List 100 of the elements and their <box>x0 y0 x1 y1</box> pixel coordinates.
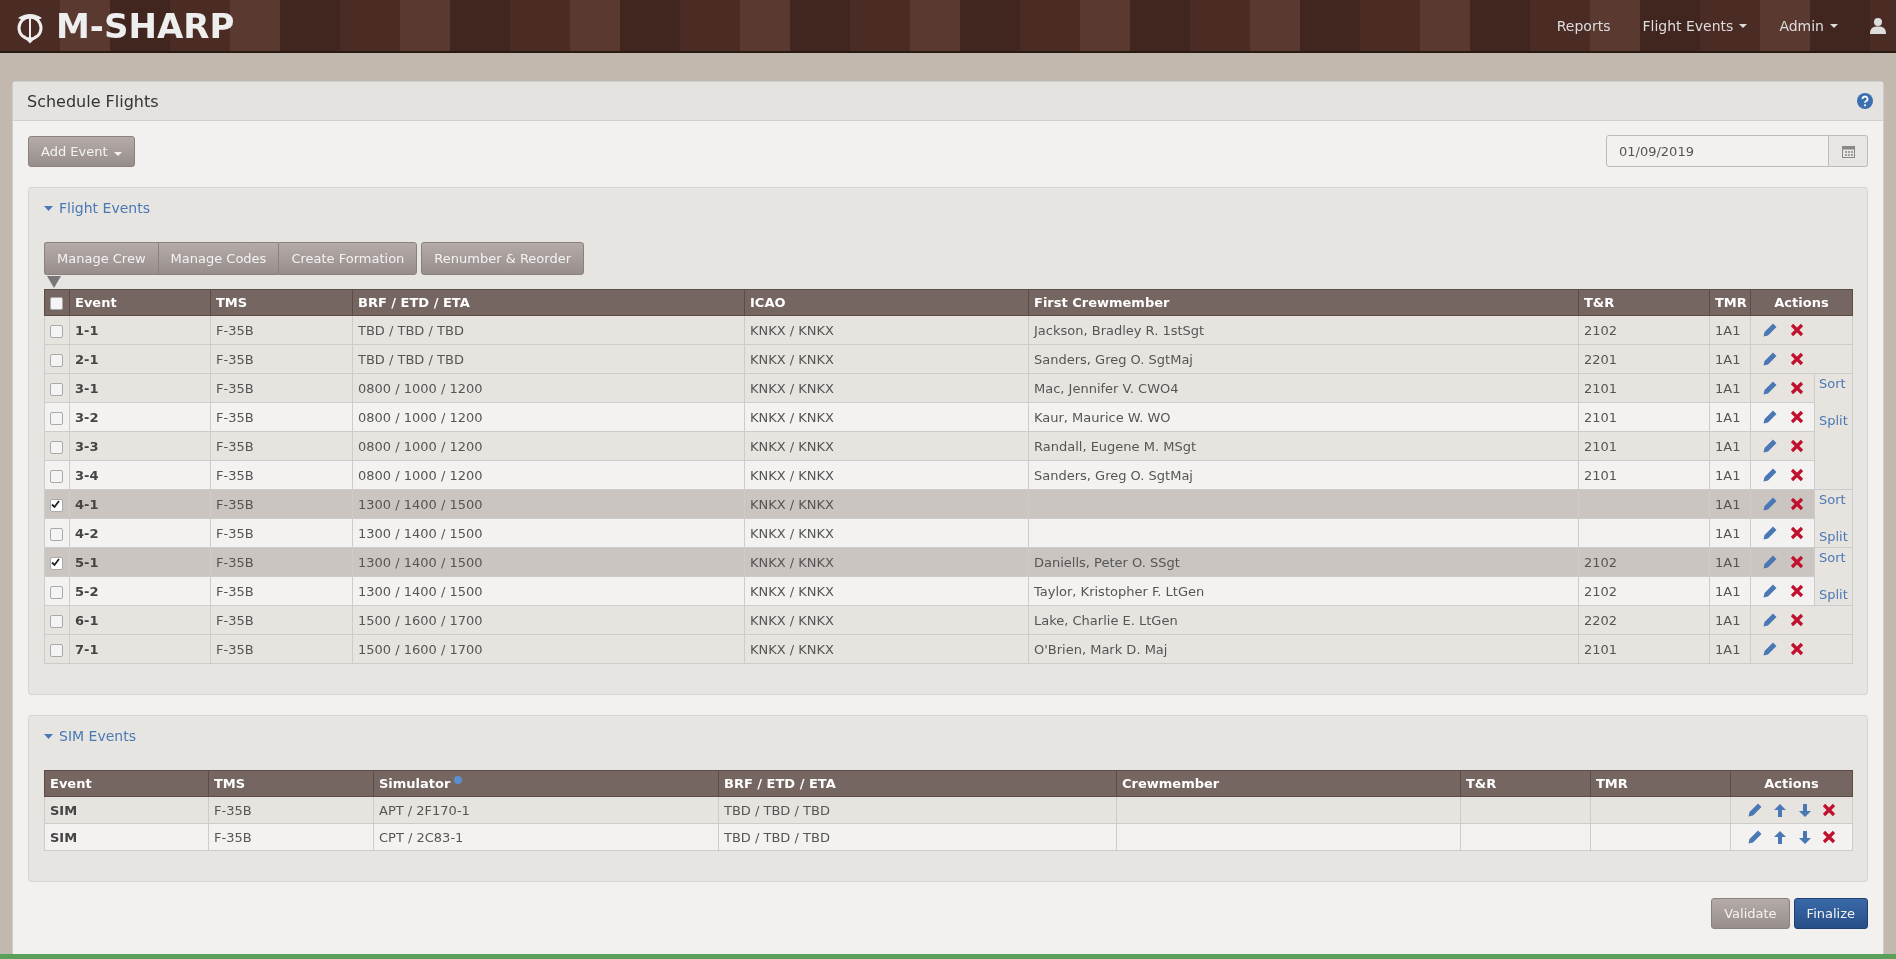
table-cell: 1A1 <box>1715 496 1741 512</box>
row-checkbox[interactable] <box>50 498 63 512</box>
table-cell: KNKX / KNKX <box>750 380 834 396</box>
pencil-icon[interactable] <box>1762 525 1778 542</box>
table-cell: 1A1 <box>1715 380 1741 396</box>
row-checkbox[interactable] <box>50 614 63 628</box>
nav-link[interactable]: Reports <box>1556 17 1611 34</box>
pencil-icon[interactable] <box>1762 554 1778 571</box>
arrow-down-icon[interactable] <box>1797 802 1812 818</box>
row-checkbox[interactable] <box>50 353 63 367</box>
event-cell: 6-1 <box>75 612 99 628</box>
delete-icon[interactable] <box>1821 803 1836 818</box>
nav-link[interactable]: Admin <box>1779 17 1838 34</box>
caret-down-icon[interactable] <box>44 731 53 741</box>
row-checkbox[interactable] <box>50 382 63 396</box>
add-event-button[interactable]: Add Event <box>28 135 135 167</box>
split-link[interactable]: Split <box>1819 529 1848 544</box>
sort-link[interactable]: Sort <box>1819 550 1848 565</box>
table-cell: 1A1 <box>1715 612 1741 628</box>
pencil-icon[interactable] <box>1762 380 1778 397</box>
pencil-icon[interactable] <box>1747 829 1764 846</box>
delete-icon[interactable] <box>1821 830 1836 845</box>
table-cell: F-35B <box>216 583 254 599</box>
table-cell: Randall, Eugene M. MSgt <box>1034 438 1197 454</box>
table-cell: 2101 <box>1584 467 1618 483</box>
toolbar-button[interactable]: Manage Codes <box>157 242 279 275</box>
pencil-icon[interactable] <box>1762 496 1778 513</box>
pencil-icon[interactable] <box>1762 351 1778 368</box>
pencil-icon[interactable] <box>1762 409 1778 426</box>
row-checkbox[interactable] <box>50 556 63 570</box>
column-header: TMS <box>214 776 246 791</box>
table-cell: 1300 / 1400 / 1500 <box>358 554 483 570</box>
user-icon[interactable] <box>1870 17 1886 34</box>
toolbar-button[interactable]: Manage Crew <box>44 242 158 275</box>
delete-icon[interactable] <box>1790 584 1804 599</box>
help-icon[interactable] <box>1857 93 1873 109</box>
renumber-button[interactable]: Renumber & Reorder <box>421 242 585 275</box>
table-cell: CPT / 2C83-1 <box>379 829 464 845</box>
delete-icon[interactable] <box>1790 555 1804 570</box>
event-cell: 3-4 <box>75 467 99 483</box>
delete-icon[interactable] <box>1790 323 1804 338</box>
delete-icon[interactable] <box>1790 613 1804 628</box>
table-cell: F-35B <box>216 467 254 483</box>
table-cell: F-35B <box>216 612 254 628</box>
event-cell: 3-3 <box>75 438 99 454</box>
pencil-icon[interactable] <box>1762 583 1778 600</box>
table-cell: TBD / TBD / TBD <box>358 322 464 338</box>
calendar-icon[interactable] <box>1841 144 1855 158</box>
delete-icon[interactable] <box>1790 526 1804 541</box>
split-link[interactable]: Split <box>1819 413 1848 428</box>
pencil-icon[interactable] <box>1762 438 1778 455</box>
row-checkbox[interactable] <box>50 585 63 599</box>
date-field[interactable]: 01/09/2019 <box>1606 135 1829 167</box>
brand-name[interactable]: M-SHARP <box>56 5 235 46</box>
table-cell: F-35B <box>216 525 254 541</box>
arrow-down-icon[interactable] <box>1797 829 1812 845</box>
split-link[interactable]: Split <box>1819 587 1848 602</box>
table-cell: Mac, Jennifer V. CWO4 <box>1034 380 1179 396</box>
finalize-button[interactable]: Finalize <box>1793 898 1868 929</box>
row-checkbox[interactable] <box>50 469 63 483</box>
row-checkbox[interactable] <box>50 440 63 454</box>
table-cell: 1A1 <box>1715 409 1741 425</box>
table-cell: 1A1 <box>1715 467 1741 483</box>
sort-link[interactable]: Sort <box>1819 376 1848 391</box>
row-checkbox[interactable] <box>50 527 63 541</box>
toolbar-button[interactable]: Create Formation <box>278 242 418 275</box>
pencil-icon[interactable] <box>1762 322 1778 339</box>
table-cell: 2101 <box>1584 641 1618 657</box>
table-cell: KNKX / KNKX <box>750 525 834 541</box>
arrow-up-icon[interactable] <box>1773 802 1788 818</box>
pencil-icon[interactable] <box>1762 612 1778 629</box>
delete-icon[interactable] <box>1790 381 1804 396</box>
table-cell: KNKX / KNKX <box>750 641 834 657</box>
delete-icon[interactable] <box>1790 352 1804 367</box>
calendar-button[interactable] <box>1829 135 1868 167</box>
event-cell: 5-1 <box>75 554 99 570</box>
table-cell: F-35B <box>216 438 254 454</box>
delete-icon[interactable] <box>1790 410 1804 425</box>
delete-icon[interactable] <box>1790 468 1804 483</box>
validate-button[interactable]: Validate <box>1711 898 1790 929</box>
row-checkbox[interactable] <box>50 411 63 425</box>
delete-icon[interactable] <box>1790 439 1804 454</box>
pencil-icon[interactable] <box>1762 467 1778 484</box>
column-header: Event <box>69 289 211 316</box>
column-header: Event <box>50 776 92 791</box>
section-toggle[interactable]: SIM Events <box>59 728 136 744</box>
arrow-up-icon[interactable] <box>1773 829 1788 845</box>
caret-down-icon[interactable] <box>44 203 53 213</box>
pencil-icon[interactable] <box>1747 802 1764 819</box>
row-checkbox[interactable] <box>50 324 63 338</box>
pencil-icon[interactable] <box>1762 641 1778 658</box>
delete-icon[interactable] <box>1790 497 1804 512</box>
nav-link[interactable]: Flight Events <box>1642 17 1748 34</box>
table-cell: Sanders, Greg O. SgtMaj <box>1034 351 1193 367</box>
select-all-checkbox[interactable] <box>50 297 63 310</box>
delete-icon[interactable] <box>1790 642 1804 657</box>
sort-link[interactable]: Sort <box>1819 492 1848 507</box>
table-cell: 0800 / 1000 / 1200 <box>358 438 483 454</box>
section-toggle[interactable]: Flight Events <box>59 200 150 216</box>
row-checkbox[interactable] <box>50 643 63 657</box>
